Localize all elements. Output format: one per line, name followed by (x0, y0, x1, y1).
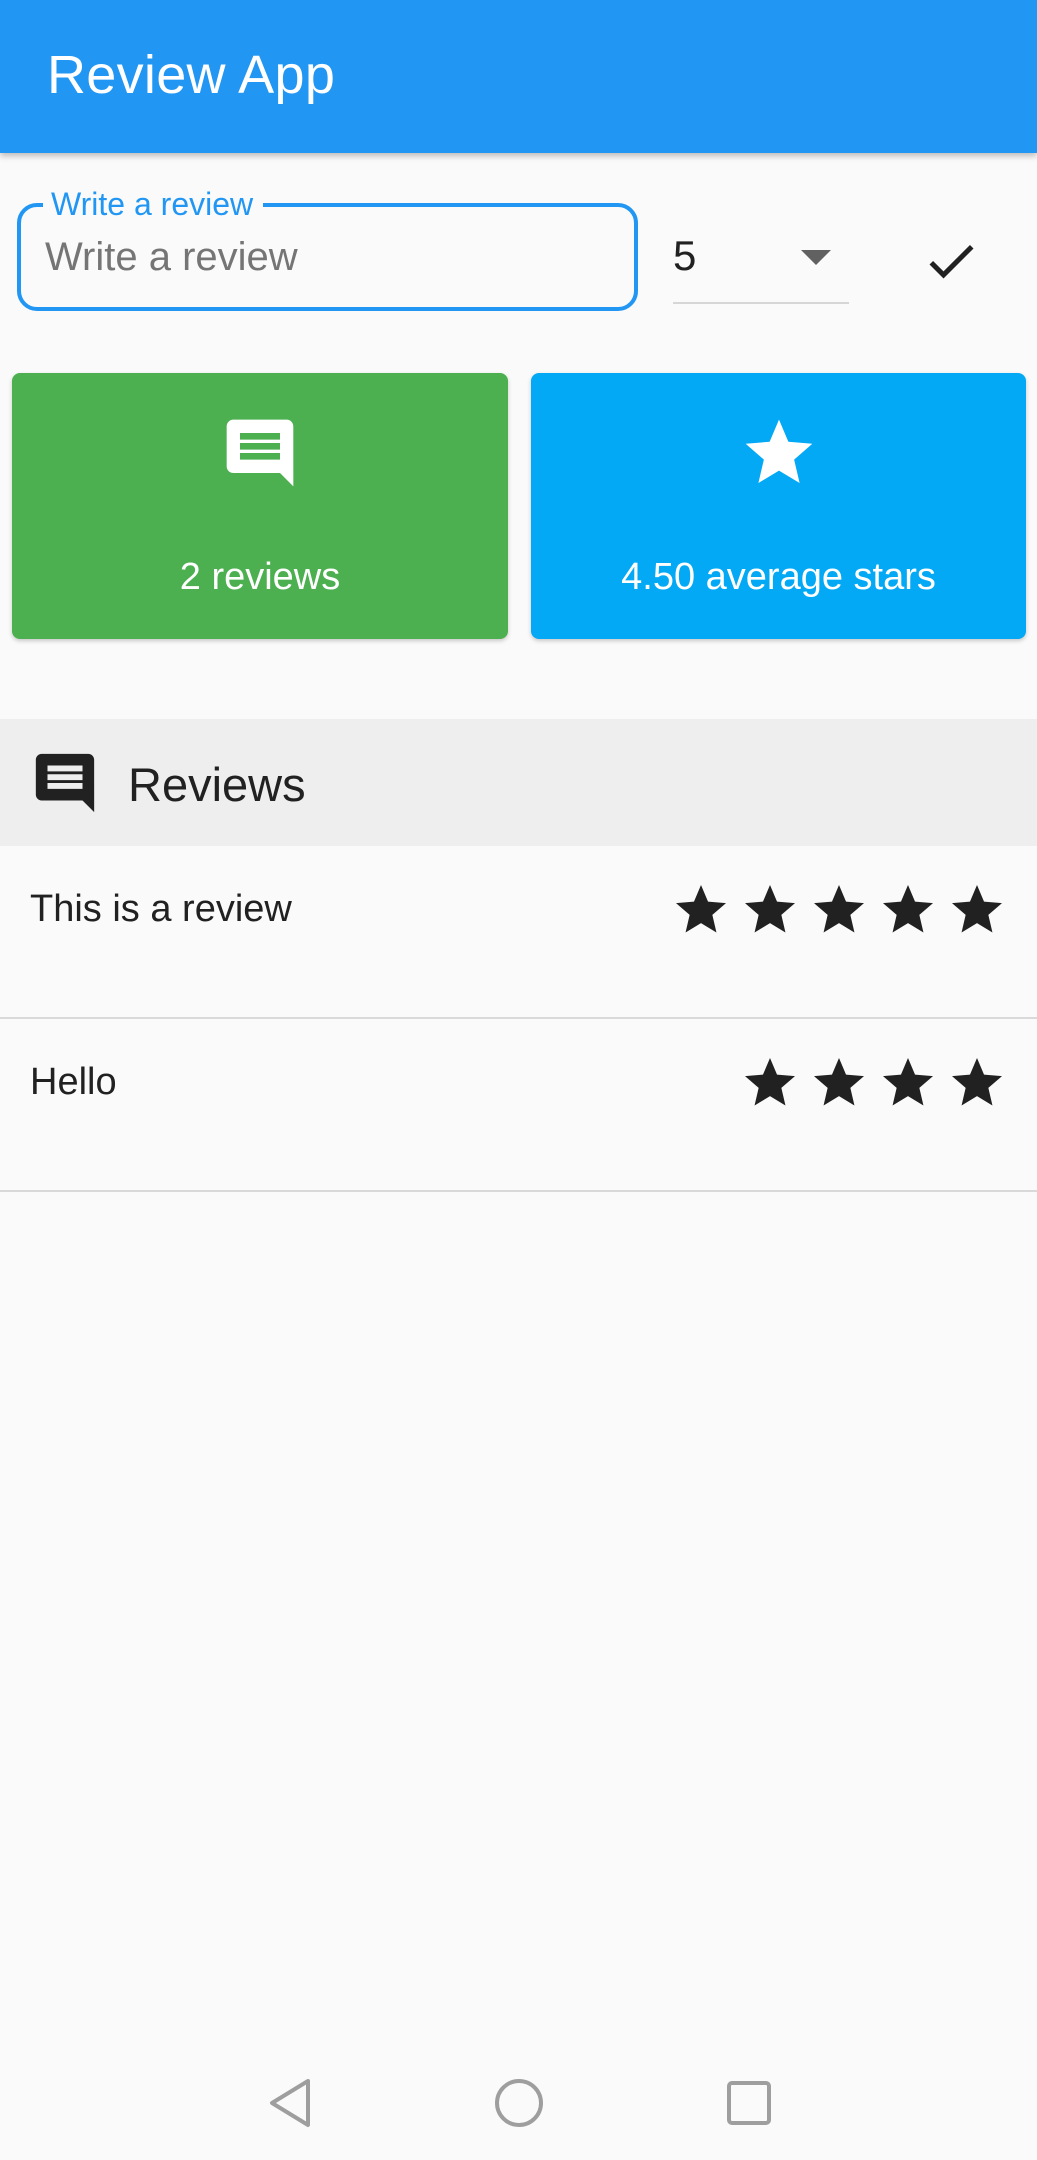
card-star-icon-wrap (739, 413, 819, 493)
star-icon (745, 885, 795, 933)
system-nav-bar (0, 2045, 1037, 2160)
star-icon (883, 1058, 933, 1106)
reviews-section-header: Reviews (0, 719, 1037, 846)
dropdown-arrow-icon (801, 250, 831, 265)
rating-dropdown[interactable]: 5 (673, 222, 849, 304)
star-icon (745, 1058, 795, 1106)
review-list-item: Hello (0, 1019, 1037, 1192)
card-comment-icon-wrap (220, 413, 300, 493)
home-icon (495, 2079, 543, 2127)
average-stars-card: 4.50 average stars (531, 373, 1026, 639)
back-icon (270, 2079, 310, 2127)
review-count-card: 2 reviews (12, 373, 508, 639)
review-list-item: This is a review (0, 846, 1037, 1019)
rating-selected-value: 5 (673, 232, 697, 279)
reviews-section-title: Reviews (128, 758, 306, 811)
star-icon (676, 885, 726, 933)
review-text-field[interactable]: Write a review (17, 185, 638, 311)
comment-icon (226, 419, 294, 487)
star-icon (952, 885, 1002, 933)
average-stars-text: 4.50 average stars (621, 556, 936, 598)
screen: Review App Write a review 5 2 reviews 4.… (0, 0, 1037, 2160)
app-bar: Review App (0, 0, 1037, 153)
star-rating (671, 880, 1007, 940)
review-count-text: 2 reviews (179, 556, 341, 598)
review-field-label: Write a review (43, 185, 264, 223)
comment-icon (35, 753, 95, 813)
star-icon (814, 1058, 864, 1106)
nav-home-button[interactable] (491, 2075, 547, 2131)
check-icon (929, 244, 974, 279)
star-rating (740, 1053, 1007, 1113)
nav-recents-button[interactable] (721, 2075, 777, 2131)
star-icon (745, 419, 812, 483)
app-title: Review App (47, 45, 336, 105)
nav-back-button[interactable] (262, 2075, 318, 2131)
review-input[interactable] (45, 231, 605, 283)
star-icon (883, 885, 933, 933)
submit-review-button[interactable] (915, 225, 987, 297)
star-icon (814, 885, 864, 933)
recents-icon (727, 2081, 771, 2125)
star-icon (952, 1058, 1002, 1106)
review-text: This is a review (30, 888, 292, 930)
review-text: Hello (30, 1061, 117, 1103)
